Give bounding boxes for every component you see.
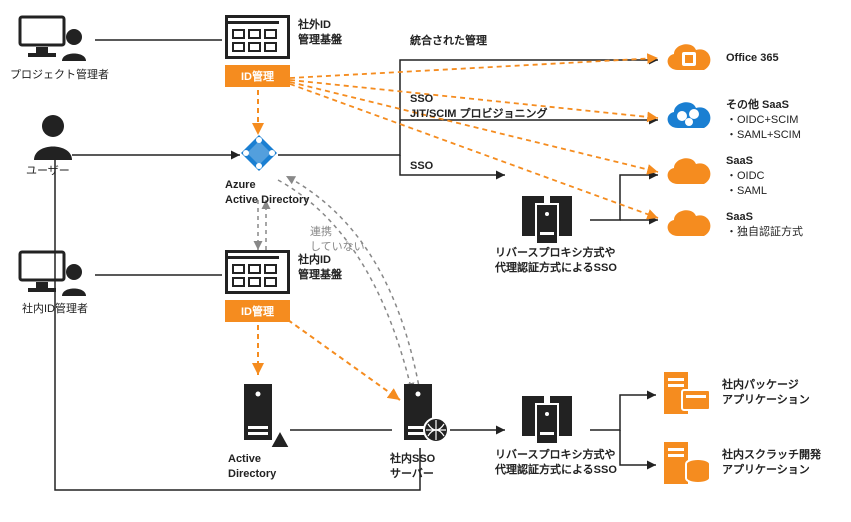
internal-admin-label: 社内ID管理者	[22, 302, 88, 317]
cloud-other-saas-icon	[660, 96, 718, 139]
edge-sso: SSO	[410, 160, 433, 172]
project-manager-icon	[18, 15, 90, 68]
sso-server-icon	[394, 380, 452, 453]
cloud-office365-icon	[660, 38, 718, 81]
edge-integrated-mgmt: 統合された管理	[410, 32, 487, 48]
sso-server-label: 社内SSOサーバー	[390, 452, 435, 482]
project-manager-label: プロジェクト管理者	[10, 68, 109, 83]
onprem-package-icon	[658, 368, 714, 421]
internal-id-button: ID管理	[225, 300, 290, 322]
cloud-office365-title: Office 365	[726, 52, 779, 64]
link-note: 連携していない	[310, 225, 365, 255]
internal-id-panel: ID管理	[225, 250, 290, 322]
cloud-saas-oidc-text: SaaS ・OIDC・SAML	[726, 154, 767, 199]
edge-sso-scim: SSOJIT/SCIM プロビジョニング	[410, 92, 548, 122]
ad-server-icon	[232, 380, 292, 453]
cloud-saas-oidc-icon	[660, 152, 718, 195]
onprem-scratch-icon	[658, 438, 714, 491]
proxy-top-label: リバースプロキシ方式や代理認証方式によるSSO	[495, 246, 617, 276]
onprem-scratch-label: 社内スクラッチ開発アプリケーション	[722, 448, 821, 478]
cloud-other-saas-text: その他 SaaS ・OIDC+SCIM・SAML+SCIM	[726, 98, 801, 143]
external-id-panel: ID管理	[225, 15, 290, 87]
internal-admin-icon	[18, 250, 90, 303]
proxy-top-icon	[510, 192, 588, 249]
cloud-saas-custom-icon	[660, 204, 718, 247]
user-label: ユーザー	[26, 164, 70, 179]
ad-label: ActiveDirectory	[228, 452, 276, 482]
proxy-bottom-icon	[510, 392, 588, 449]
onprem-package-label: 社内パッケージアプリケーション	[722, 378, 810, 408]
azure-ad-icon	[238, 132, 280, 177]
external-id-button: ID管理	[225, 65, 290, 87]
external-id-title: 社外ID管理基盤	[298, 18, 342, 48]
cloud-saas-custom-text: SaaS ・独自認証方式	[726, 210, 803, 240]
proxy-bottom-label: リバースプロキシ方式や代理認証方式によるSSO	[495, 448, 617, 478]
user-icon	[30, 112, 76, 165]
internal-id-title: 社内ID管理基盤	[298, 253, 342, 283]
azure-ad-label: AzureActive Directory	[225, 178, 309, 208]
